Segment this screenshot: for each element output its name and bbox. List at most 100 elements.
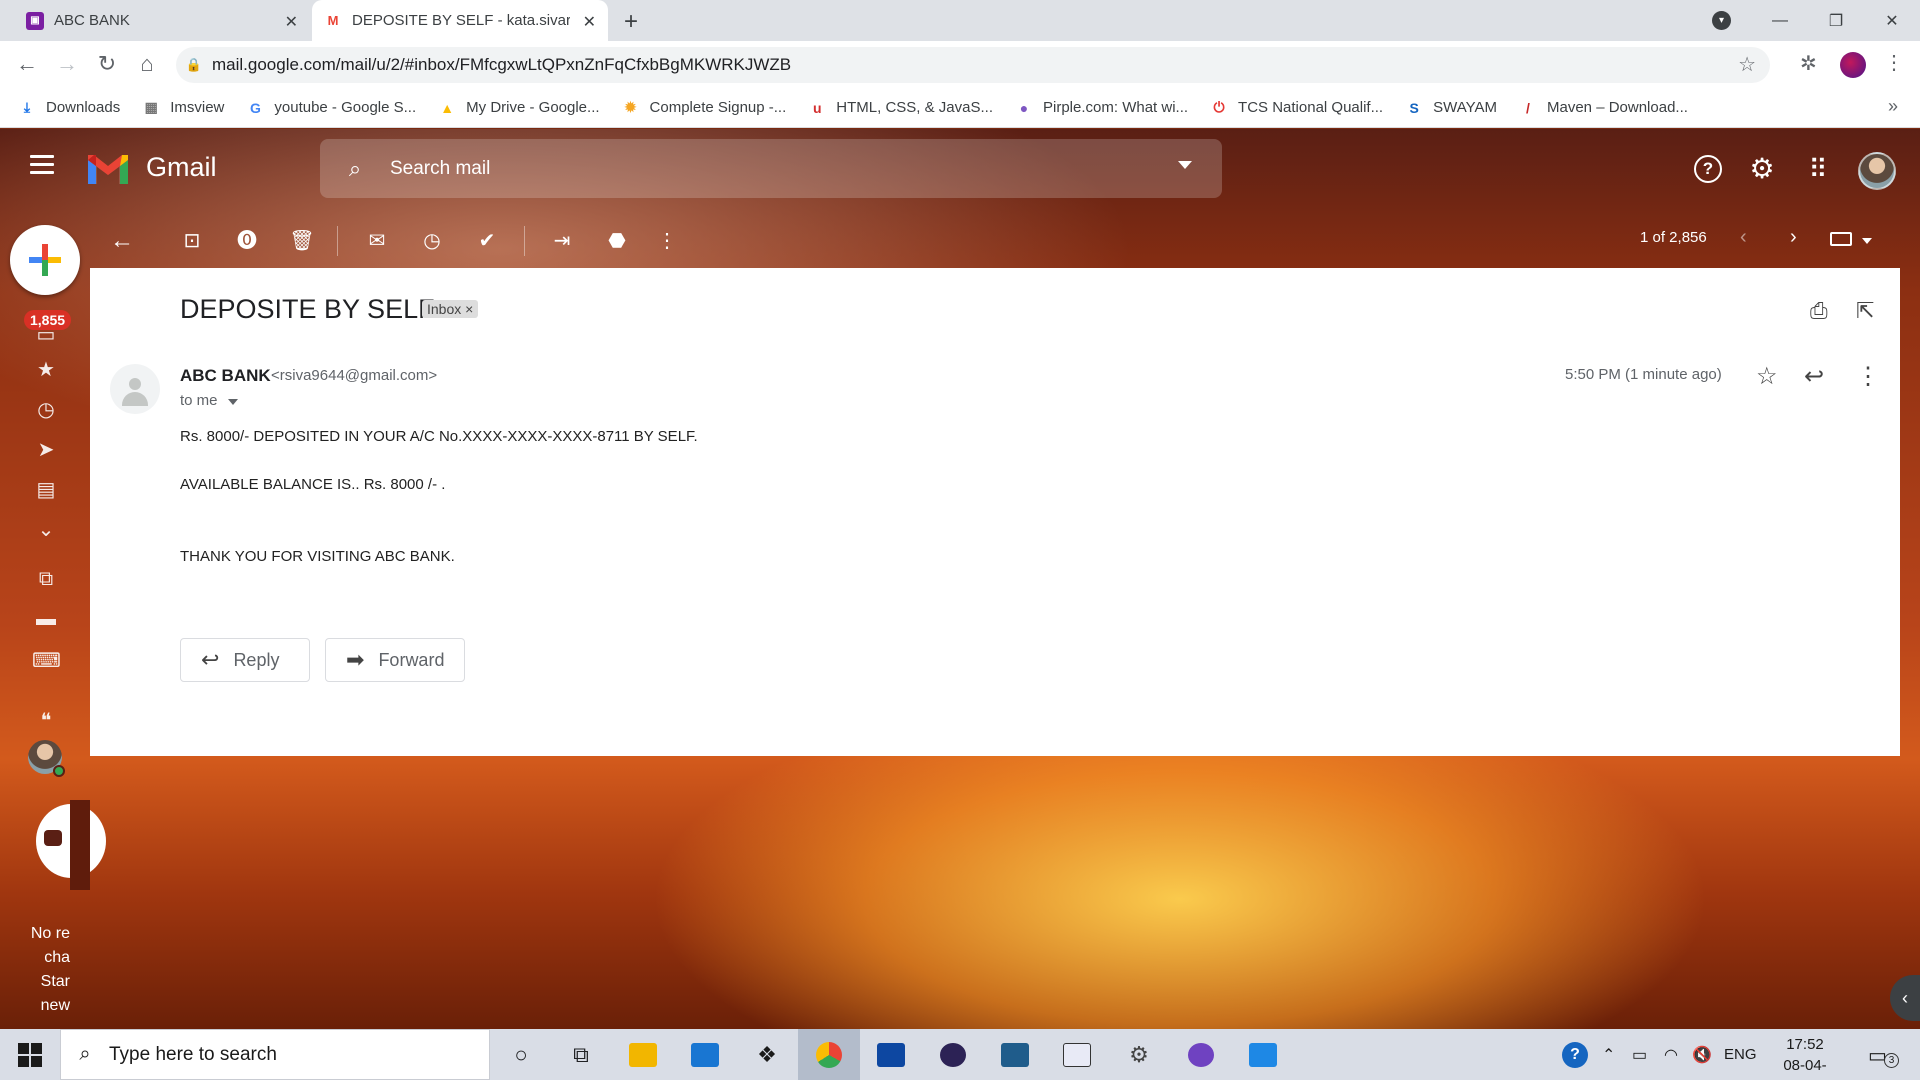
close-tab-icon[interactable]: ✕ <box>583 12 596 32</box>
gmail-wordmark[interactable]: Gmail <box>146 152 217 183</box>
show-hidden-icons-icon[interactable]: ⌃ <box>1602 1029 1615 1080</box>
restore-icon[interactable]: ❐ <box>1808 11 1864 31</box>
bookmark-imsview[interactable]: ▦ Imsview <box>142 99 225 117</box>
forward-button[interactable]: ➡ Forward <box>325 638 465 682</box>
starred-icon[interactable]: ★ <box>32 357 60 382</box>
language-indicator[interactable]: ENG <box>1724 1029 1757 1080</box>
browser-menu-icon[interactable]: ⋮ <box>1884 50 1904 75</box>
taskbar-search-input[interactable]: Type here to search <box>109 1044 277 1066</box>
bookmark-complete-signup[interactable]: ✹ Complete Signup -... <box>622 99 787 117</box>
print-icon[interactable]: ⎙ <box>1810 298 1828 324</box>
show-details-icon[interactable] <box>228 399 238 405</box>
sent-icon[interactable]: ➤ <box>32 437 60 462</box>
reply-button[interactable]: ↩ Reply <box>180 638 310 682</box>
settings-gear-icon[interactable]: ⚙ <box>1748 155 1776 183</box>
labels-icon[interactable]: ⬣ <box>603 227 631 255</box>
bookmark-tcs[interactable]: ⏻ TCS National Qualif... <box>1210 99 1384 117</box>
file-explorer-icon[interactable] <box>612 1029 674 1080</box>
new-tab-button[interactable]: + <box>624 8 638 36</box>
hangouts-icon[interactable]: ❝ <box>32 708 60 733</box>
search-options-icon[interactable] <box>1178 161 1192 169</box>
more-bookmarks-icon[interactable]: » <box>1888 96 1898 117</box>
bookmark-swayam[interactable]: S SWAYAM <box>1405 99 1497 117</box>
hangouts-user-avatar[interactable] <box>28 740 65 777</box>
wifi-icon[interactable]: ◠ <box>1664 1029 1678 1080</box>
join-meeting-icon[interactable]: ▬ <box>32 608 60 631</box>
snoozed-icon[interactable]: ◷ <box>32 397 60 422</box>
extensions-icon[interactable]: ✲ <box>1800 51 1817 76</box>
compose-button[interactable] <box>10 225 80 295</box>
input-tools-dropdown-icon[interactable] <box>1862 238 1872 244</box>
volume-muted-icon[interactable]: 🔇 <box>1692 1029 1712 1080</box>
github-desktop-icon[interactable] <box>1170 1029 1232 1080</box>
bookmark-maven[interactable]: / Maven – Download... <box>1519 99 1688 117</box>
bookmark-my-drive[interactable]: ▲ My Drive - Google... <box>438 99 599 117</box>
photos-icon[interactable] <box>1232 1029 1294 1080</box>
chrome-taskbar-icon[interactable] <box>798 1029 860 1080</box>
delete-icon[interactable]: 🗑 <box>288 227 316 255</box>
reply-icon[interactable]: ↩ <box>1804 362 1824 391</box>
battery-icon[interactable]: ▭ <box>1632 1029 1647 1080</box>
archive-icon[interactable]: ⊡ <box>178 227 206 255</box>
system-clock[interactable]: 17:52 08-04-2021 <box>1768 1034 1842 1080</box>
mark-unread-icon[interactable]: ✉ <box>363 227 391 255</box>
task-view-icon[interactable]: ⧉ <box>550 1029 612 1080</box>
more-actions-icon[interactable]: ⋮ <box>653 227 681 255</box>
main-menu-icon[interactable] <box>30 155 54 179</box>
mail-app-icon[interactable] <box>674 1029 736 1080</box>
newer-icon[interactable]: ‹ <box>1740 226 1747 249</box>
close-window-icon[interactable]: ✕ <box>1864 11 1920 31</box>
input-tools-icon[interactable] <box>1830 232 1852 246</box>
minimize-icon[interactable]: — <box>1752 12 1808 30</box>
windows-start-icon[interactable] <box>18 1043 42 1067</box>
help-tray-icon[interactable]: ? <box>1562 1029 1588 1080</box>
apps-grid-icon[interactable]: ⠿ <box>1804 155 1832 183</box>
search-mail-box[interactable]: ⌕ Search mail <box>320 139 1222 198</box>
older-icon[interactable]: › <box>1790 226 1797 249</box>
search-input[interactable]: Search mail <box>390 158 490 180</box>
keyboard-icon[interactable]: ⌨ <box>32 648 61 673</box>
sender-name[interactable]: ABC BANK <box>180 366 271 386</box>
dropbox-icon[interactable]: ❖ <box>736 1029 798 1080</box>
tab-search-icon[interactable]: ▾ <box>1712 11 1731 30</box>
taskbar-search-box[interactable]: ⌕ Type here to search <box>60 1029 490 1080</box>
inbox-label-chip[interactable]: Inbox × <box>422 300 479 318</box>
url-text[interactable]: mail.google.com/mail/u/2/#inbox/FMfcgxwL… <box>212 55 791 75</box>
drafts-icon[interactable]: ▤ <box>32 477 60 502</box>
close-tab-icon[interactable]: ✕ <box>285 12 298 32</box>
support-icon[interactable]: ? <box>1694 155 1722 183</box>
cortana-icon[interactable]: ○ <box>490 1029 552 1080</box>
address-bar[interactable]: 🔒 mail.google.com/mail/u/2/#inbox/FMfcgx… <box>176 47 1770 83</box>
report-spam-icon[interactable]: ⓿ <box>233 227 261 255</box>
sender-avatar-icon[interactable] <box>110 364 160 414</box>
notepad-icon[interactable] <box>1046 1029 1108 1080</box>
bookmark-youtube-google[interactable]: Gyoutube - Google S... <box>246 99 416 117</box>
action-center-icon[interactable]: ▭ 3 <box>1868 1043 1899 1068</box>
search-icon[interactable]: ⌕ <box>320 156 390 182</box>
more-options-icon[interactable]: ⋮ <box>1856 362 1880 391</box>
new-meeting-icon[interactable]: ⧉ <box>32 568 60 591</box>
back-icon[interactable]: ← <box>14 51 40 77</box>
eclipse-icon[interactable] <box>922 1029 984 1080</box>
move-to-icon[interactable]: ⇥ <box>548 227 576 255</box>
add-to-tasks-icon[interactable]: ✔ <box>473 227 501 255</box>
forward-icon[interactable]: → <box>54 51 80 77</box>
intellij-icon[interactable] <box>860 1029 922 1080</box>
google-account-avatar[interactable] <box>1858 152 1896 190</box>
browser-profile-avatar[interactable] <box>1840 52 1866 78</box>
tab-abc-bank[interactable]: ▣ ABC BANK ✕ <box>14 0 310 41</box>
mysql-workbench-icon[interactable] <box>984 1029 1046 1080</box>
more-labels-icon[interactable]: ⌄ <box>32 517 60 542</box>
snooze-icon[interactable]: ◷ <box>418 227 446 255</box>
star-icon[interactable]: ☆ <box>1756 362 1778 391</box>
bookmark-star-icon[interactable]: ☆ <box>1738 52 1756 77</box>
bookmark-pirple[interactable]: ● Pirple.com: What wi... <box>1015 99 1188 117</box>
home-icon[interactable]: ⌂ <box>134 51 160 77</box>
remove-label-icon[interactable]: × <box>465 301 473 317</box>
bookmark-downloads[interactable]: ⤓ Downloads <box>18 99 120 117</box>
open-new-window-icon[interactable]: ⇱ <box>1856 298 1874 324</box>
back-to-inbox-icon[interactable]: ← <box>108 227 136 255</box>
settings-app-icon[interactable]: ⚙ <box>1108 1029 1170 1080</box>
tab-gmail-message[interactable]: M DEPOSITE BY SELF - kata.sivaram ✕ <box>312 0 608 41</box>
reload-icon[interactable]: ↻ <box>94 51 120 77</box>
